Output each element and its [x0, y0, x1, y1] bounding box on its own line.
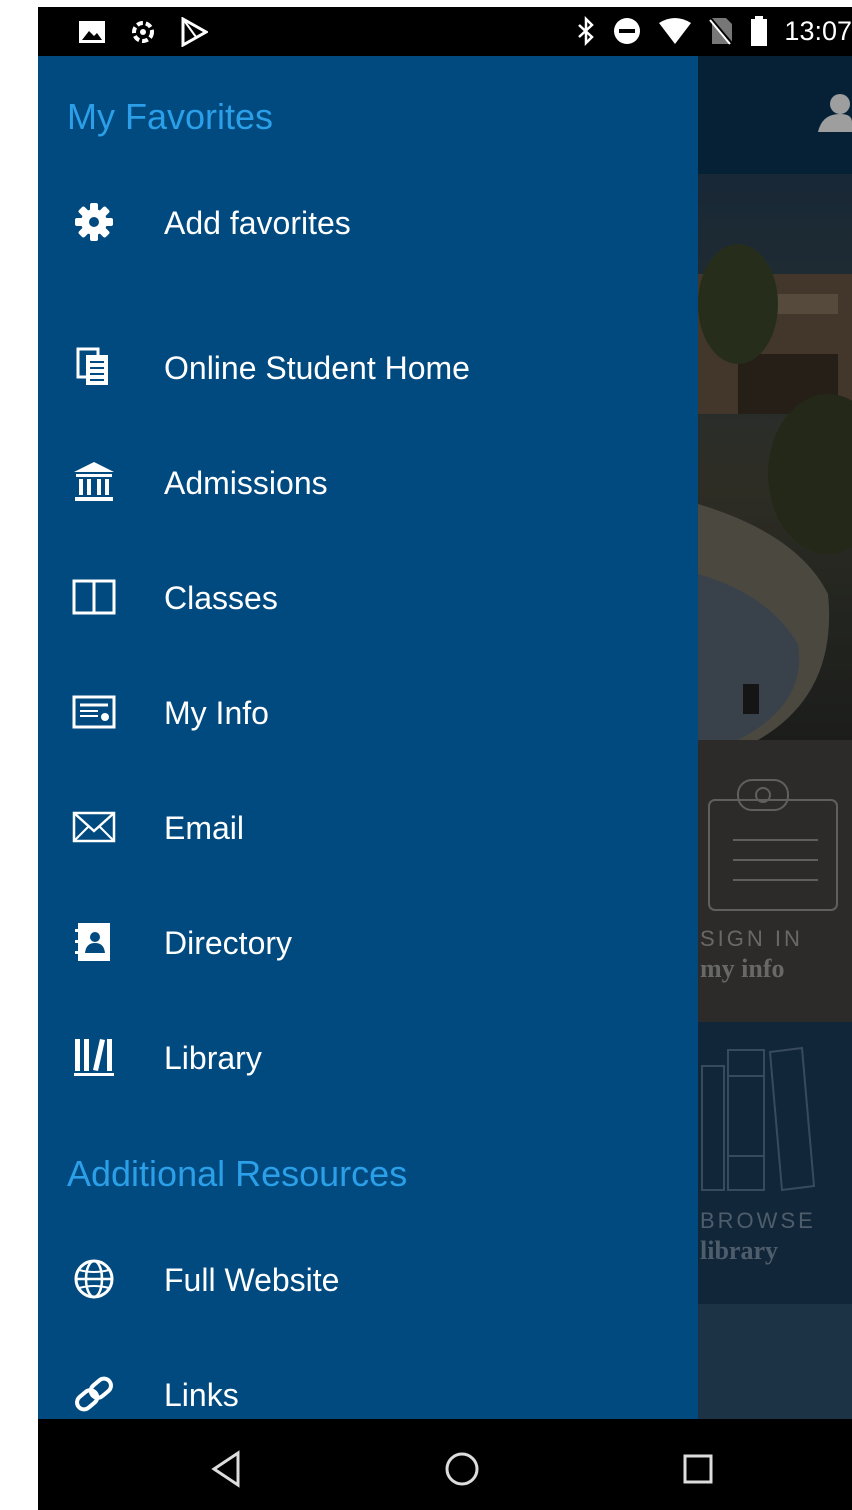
drawer-item-directory[interactable]: Directory: [38, 898, 698, 988]
institution-icon: [74, 462, 114, 501]
drawer-item-classes[interactable]: Classes: [38, 553, 698, 643]
document-stack-icon: [76, 347, 108, 385]
drawer-item-label: Full Website: [164, 1262, 340, 1298]
home-icon[interactable]: [442, 1449, 482, 1489]
back-icon[interactable]: [208, 1449, 248, 1489]
navigation-drawer: My Favorites Add favorites Online Studen…: [38, 56, 698, 1419]
drawer-item-label: My Info: [164, 695, 269, 731]
envelope-icon: [72, 811, 116, 843]
image-notification-icon: [79, 21, 105, 43]
no-sim-icon: [709, 17, 734, 45]
do-not-disturb-icon: [614, 18, 641, 44]
battery-icon: [751, 16, 768, 46]
resources-section-title: Additional Resources: [67, 1153, 408, 1194]
drawer-item-label: Online Student Home: [164, 350, 470, 386]
wifi-icon: [659, 18, 692, 44]
link-icon: [75, 1376, 113, 1412]
recent-apps-icon[interactable]: [678, 1449, 718, 1489]
drawer-item-label: Classes: [164, 580, 278, 616]
globe-icon: [74, 1259, 114, 1299]
drawer-item-email[interactable]: Email: [38, 783, 698, 873]
drawer-item-admissions[interactable]: Admissions: [38, 438, 698, 528]
phone-screen: 13:07 SIGN IN my info BROWSE library My …: [38, 7, 852, 1510]
favorites-section-title: My Favorites: [67, 96, 274, 137]
drawer-item-my-info[interactable]: My Info: [38, 668, 698, 758]
drawer-item-label: Admissions: [164, 465, 328, 501]
bluetooth-icon: [578, 16, 595, 46]
drawer-item-label: Links: [164, 1377, 239, 1413]
book-icon: [72, 579, 116, 615]
drawer-item-label: Email: [164, 810, 245, 846]
drawer-item-full-website[interactable]: Full Website: [38, 1235, 698, 1325]
drawer-item-online-student-home[interactable]: Online Student Home: [38, 323, 698, 413]
address-book-icon: [75, 923, 110, 961]
gear-icon: [75, 203, 113, 241]
drawer-item-links[interactable]: Links: [38, 1350, 698, 1419]
play-store-icon: [181, 17, 208, 47]
drawer-item-add-favorites[interactable]: Add favorites: [38, 178, 698, 268]
drawer-item-library[interactable]: Library: [38, 1013, 698, 1103]
id-card-icon: [72, 695, 116, 729]
drawer-item-label: Directory: [164, 925, 293, 961]
status-time: 13:07: [784, 15, 852, 46]
drawer-item-label: Library: [164, 1040, 262, 1076]
system-navigation-bar: [38, 1419, 852, 1510]
drawer-item-label: Add favorites: [164, 205, 351, 241]
app-notification-icon: [132, 21, 154, 43]
status-bar: 13:07: [38, 7, 852, 56]
library-icon: [74, 1039, 114, 1076]
